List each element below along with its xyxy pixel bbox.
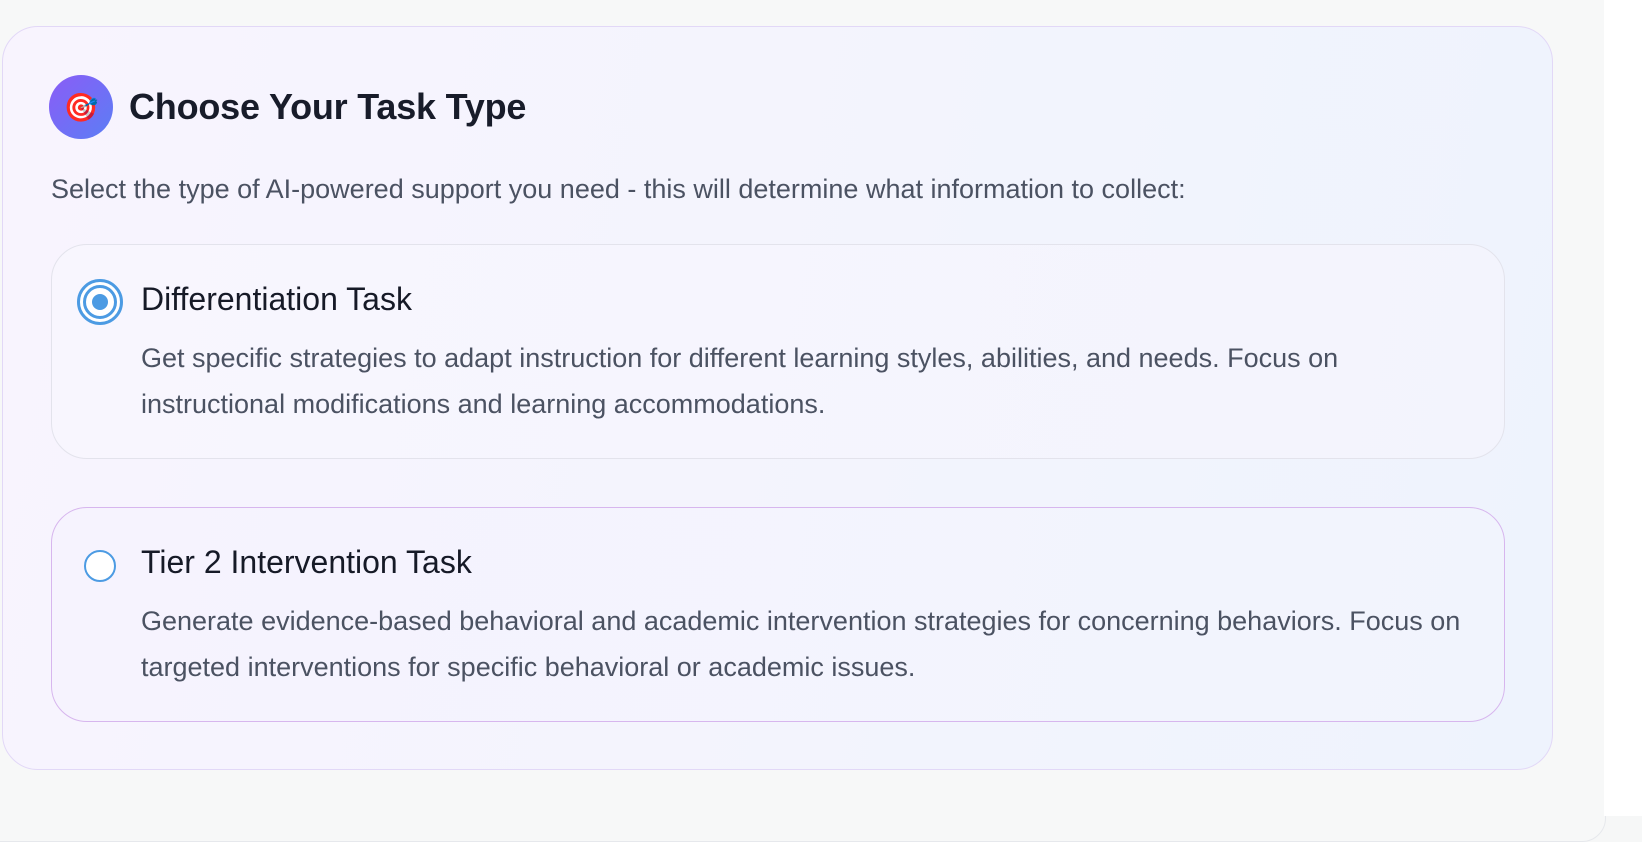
option-differentiation-task[interactable]: Differentiation Task Get specific strate… (51, 244, 1505, 459)
option-description: Get specific strategies to adapt instruc… (141, 343, 1339, 419)
option-title: Differentiation Task (141, 281, 412, 317)
target-icon-glyph: 🎯 (63, 91, 99, 123)
page-title: Choose Your Task Type (129, 86, 527, 127)
radio-differentiation-task[interactable] (77, 279, 123, 325)
radio-tier-2-intervention-task[interactable] (84, 550, 116, 582)
option-description: Generate evidence-based behavioral and a… (141, 606, 1461, 682)
option-title: Tier 2 Intervention Task (141, 544, 472, 580)
right-edge-area (1604, 0, 1642, 816)
target-icon: 🎯 (49, 75, 113, 139)
task-type-instructions: Select the type of AI-powered support yo… (51, 174, 1186, 204)
card-header: 🎯 Choose Your Task Type (49, 75, 526, 139)
option-tier-2-intervention-task[interactable]: Tier 2 Intervention Task Generate eviden… (51, 507, 1505, 722)
